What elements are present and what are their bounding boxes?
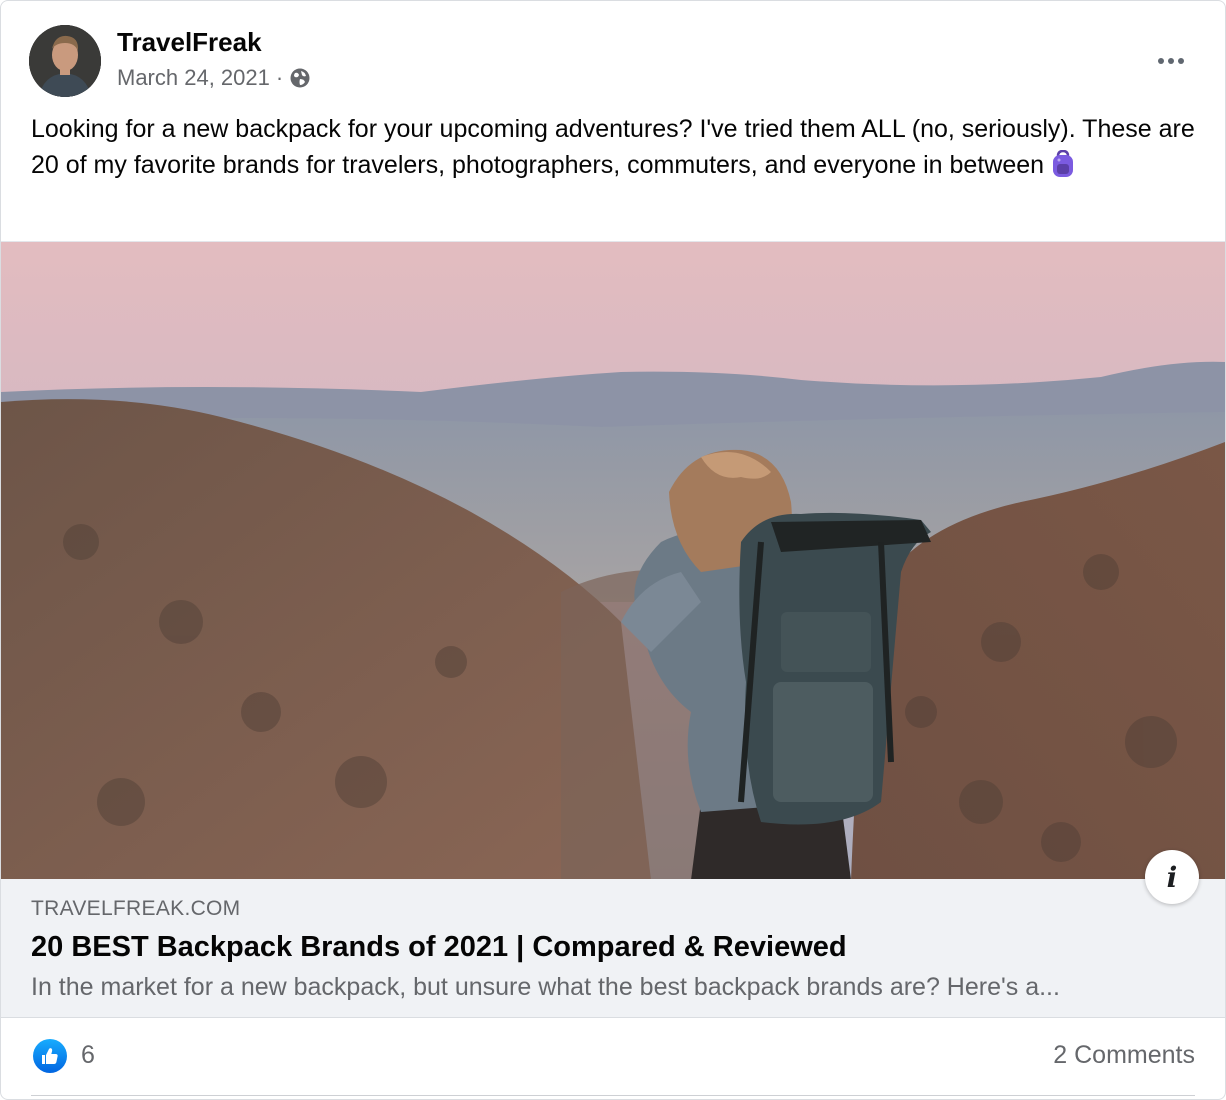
more-options-button[interactable] <box>1149 39 1193 83</box>
post-message-text: Looking for a new backpack for your upco… <box>31 115 1195 179</box>
post-message: Looking for a new backpack for your upco… <box>31 111 1201 183</box>
more-horizontal-icon <box>1158 58 1164 64</box>
comments-count-link[interactable]: 2 Comments <box>1053 1041 1195 1070</box>
like-icon[interactable] <box>33 1039 67 1073</box>
meta-separator: · <box>275 65 284 90</box>
author-avatar[interactable] <box>29 25 101 97</box>
feed-post: TravelFreak March 24, 2021 · Looking for… <box>0 0 1226 1100</box>
post-header: TravelFreak March 24, 2021 · <box>29 25 1197 97</box>
link-title[interactable]: 20 BEST Backpack Brands of 2021 | Compar… <box>31 931 847 964</box>
reaction-count[interactable]: 6 <box>81 1041 95 1070</box>
link-preview-image[interactable] <box>1 241 1225 880</box>
hiker-photo <box>1 242 1225 880</box>
avatar-photo <box>29 25 101 97</box>
link-preview[interactable]: TRAVELFREAK.COM 20 BEST Backpack Brands … <box>1 879 1225 1018</box>
link-domain: TRAVELFREAK.COM <box>31 897 241 920</box>
author-name[interactable]: TravelFreak <box>117 27 262 58</box>
globe-icon[interactable] <box>289 67 311 89</box>
link-description: In the market for a new backpack, but un… <box>31 973 1060 1001</box>
engagement-bar: 6 2 Comments <box>31 1017 1195 1096</box>
info-icon[interactable]: i <box>1145 850 1199 904</box>
post-date[interactable]: March 24, 2021 <box>117 65 270 91</box>
post-meta: March 24, 2021 · <box>117 65 311 91</box>
backpack-emoji-icon <box>1050 149 1076 178</box>
